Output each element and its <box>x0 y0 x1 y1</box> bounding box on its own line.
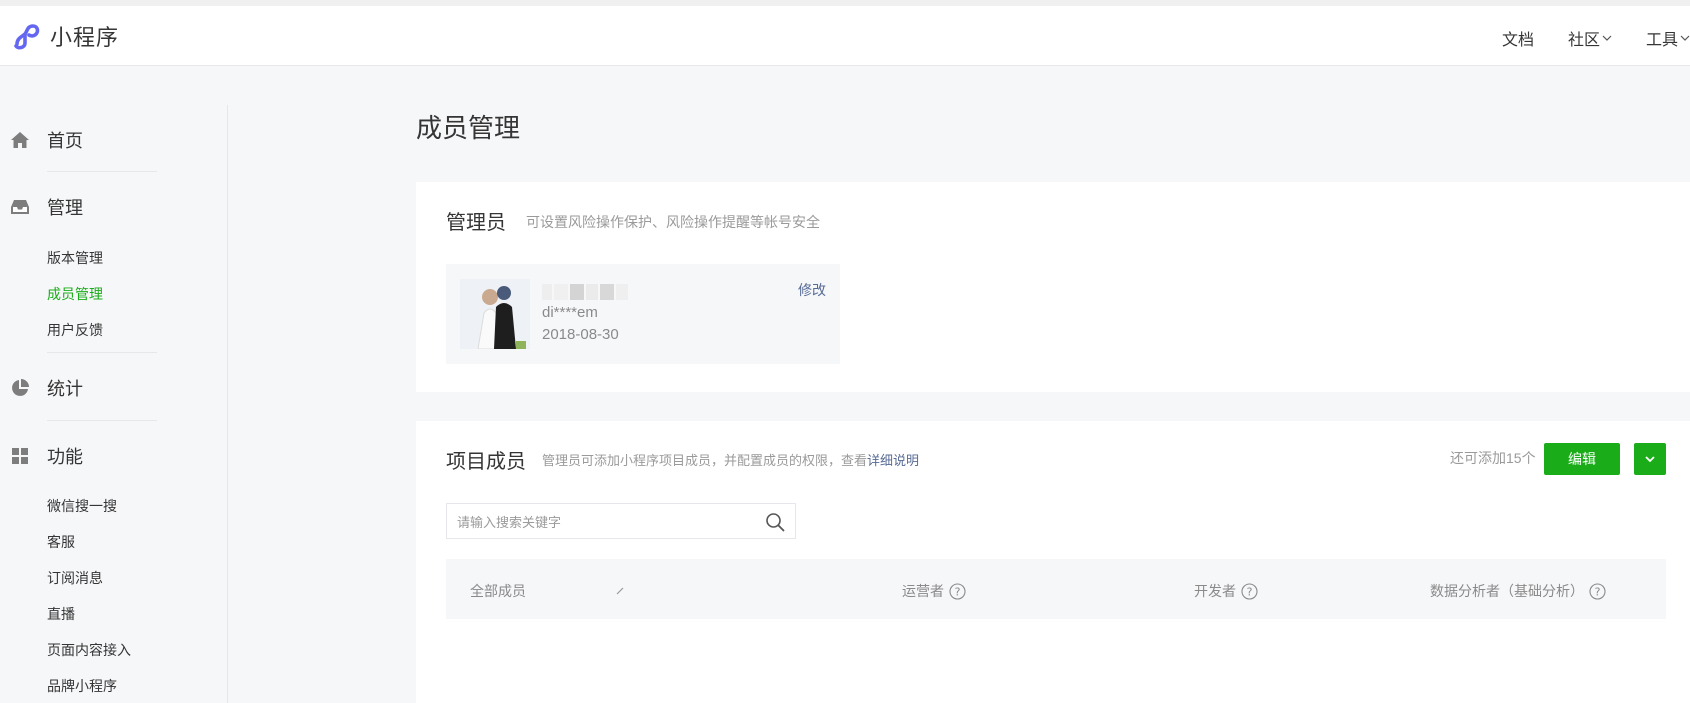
column-data-analyst: 数据分析者（基础分析） ? <box>1430 581 1606 601</box>
sidebar-divider <box>47 420 157 421</box>
column-operator-label: 运营者 <box>902 583 944 599</box>
avatar <box>460 279 530 349</box>
admin-card-desc: 可设置风险操作保护、风险操作提醒等帐号安全 <box>526 214 820 230</box>
sidebar-item-features[interactable]: 功能 <box>0 441 228 471</box>
column-data-analyst-label: 数据分析者（基础分析） <box>1430 583 1584 599</box>
admin-name-blurred <box>542 284 630 300</box>
column-developer-label: 开发者 <box>1194 583 1236 599</box>
svg-text:?: ? <box>1247 585 1253 598</box>
help-icon[interactable]: ? <box>949 582 966 600</box>
inbox-icon <box>11 200 29 214</box>
sidebar-item-feedback[interactable]: 用户反馈 <box>47 320 103 340</box>
sidebar-item-stats[interactable]: 统计 <box>0 373 228 403</box>
sidebar-item-version[interactable]: 版本管理 <box>47 248 103 268</box>
sidebar-item-customer-service[interactable]: 客服 <box>47 532 75 552</box>
admin-date: 2018-08-30 <box>542 326 619 343</box>
sidebar-item-brand-miniprogram[interactable]: 品牌小程序 <box>47 676 117 696</box>
sidebar-item-members[interactable]: 成员管理 <box>47 284 103 304</box>
members-table-header: 全部成员 运营者 ? 开发者 ? 数据分析者（基础分析） ? <box>446 559 1666 619</box>
nav-docs-label: 文档 <box>1501 32 1534 49</box>
details-link[interactable]: 详细说明 <box>867 453 919 468</box>
svg-text:?: ? <box>1595 585 1601 598</box>
sidebar: 首页 管理 版本管理 成员管理 用户反馈 统计 功能 微信搜一搜 客服 订阅消息… <box>0 105 228 703</box>
avatar-photo-icon <box>460 279 530 349</box>
admin-info: di****em 2018-08-30 修改 <box>446 264 840 364</box>
nav-community[interactable]: 社区 <box>1568 26 1612 50</box>
column-operator: 运营者 ? <box>902 581 966 601</box>
nav-tools-label: 工具 <box>1645 32 1678 49</box>
top-bar: 小程序 文档 社区 工具 <box>0 0 1690 66</box>
svg-text:?: ? <box>955 585 961 598</box>
chevron-down-icon <box>1602 35 1612 41</box>
brand[interactable]: 小程序 <box>10 20 119 52</box>
column-all-members: 全部成员 <box>470 581 624 601</box>
sidebar-divider <box>47 352 157 353</box>
nav-docs[interactable]: 文档 <box>1502 26 1534 50</box>
sidebar-home-label: 首页 <box>47 131 83 151</box>
chevron-down-icon <box>1645 456 1655 463</box>
top-nav: 文档 社区 工具 <box>1502 26 1690 50</box>
sidebar-stats-label: 统计 <box>47 379 83 399</box>
members-card-title: 项目成员 <box>446 451 526 473</box>
admin-card-title: 管理员 <box>446 212 506 234</box>
chevron-down-icon <box>1680 35 1690 41</box>
sidebar-manage-label: 管理 <box>47 198 83 218</box>
edit-button[interactable]: 编辑 <box>1544 443 1620 475</box>
admin-id: di****em <box>542 304 598 321</box>
miniprogram-logo-icon <box>14 24 40 50</box>
sidebar-item-subscribe-message[interactable]: 订阅消息 <box>47 568 103 588</box>
page-title: 成员管理 <box>416 113 521 143</box>
column-developer: 开发者 ? <box>1194 581 1258 601</box>
more-dropdown-button[interactable] <box>1634 443 1666 475</box>
sidebar-item-live[interactable]: 直播 <box>47 604 75 624</box>
search-input[interactable] <box>457 512 747 532</box>
column-all-members-label: 全部成员 <box>470 583 526 599</box>
nav-tools[interactable]: 工具 <box>1646 26 1690 50</box>
member-search <box>446 503 796 539</box>
sidebar-item-home[interactable]: 首页 <box>0 125 228 155</box>
sidebar-divider <box>47 171 157 172</box>
members-card: 项目成员 管理员可添加小程序项目成员，并配置成员的权限，查看详细说明 还可添加1… <box>416 421 1690 703</box>
sidebar-item-manage[interactable]: 管理 <box>0 192 228 222</box>
help-icon[interactable]: ? <box>1589 582 1606 600</box>
admin-card: 管理员 可设置风险操作保护、风险操作提醒等帐号安全 di****em 2018-… <box>416 182 1690 392</box>
help-icon[interactable]: ? <box>1241 582 1258 600</box>
sidebar-item-page-content[interactable]: 页面内容接入 <box>47 640 131 660</box>
search-icon[interactable] <box>765 512 785 532</box>
home-icon <box>11 132 29 148</box>
nav-community-label: 社区 <box>1567 32 1600 49</box>
remaining-count: 还可添加15个 <box>1450 450 1536 466</box>
members-card-desc: 管理员可添加小程序项目成员，并配置成员的权限，查看详细说明 <box>542 450 919 469</box>
sidebar-item-wechat-search[interactable]: 微信搜一搜 <box>47 496 117 516</box>
members-desc-text: 管理员可添加小程序项目成员，并配置成员的权限，查看 <box>542 453 868 468</box>
pie-chart-icon <box>12 379 29 396</box>
grid-icon <box>12 448 28 464</box>
modify-admin-link[interactable]: 修改 <box>798 280 826 300</box>
brand-title: 小程序 <box>50 25 120 50</box>
sidebar-features-label: 功能 <box>47 447 83 467</box>
sort-icon[interactable] <box>616 587 624 595</box>
